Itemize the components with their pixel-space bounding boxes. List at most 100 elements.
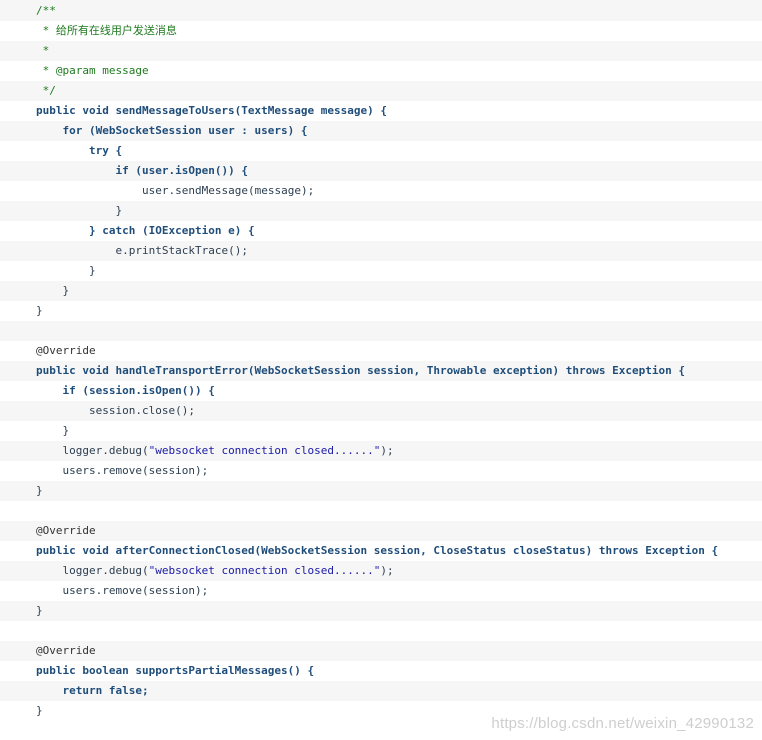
code-token: public void afterConnectionClosed(WebSoc… bbox=[36, 544, 719, 557]
code-line: public void handleTransportError(WebSock… bbox=[0, 361, 762, 381]
code-token: } bbox=[89, 264, 96, 277]
code-token: } bbox=[36, 304, 43, 317]
code-line-content: @Override bbox=[36, 344, 96, 357]
code-line: users.remove(session); bbox=[0, 581, 762, 601]
code-token: session.close(); bbox=[89, 404, 195, 417]
code-token: if (user.isOpen()) { bbox=[115, 164, 248, 177]
code-line: if (user.isOpen()) { bbox=[0, 161, 762, 181]
code-token: /** bbox=[36, 4, 56, 17]
code-line-content: logger.debug("websocket connection close… bbox=[36, 444, 394, 457]
code-line-content: try { bbox=[36, 144, 122, 157]
code-token: if (session.isOpen()) { bbox=[62, 384, 215, 397]
code-line-content: } bbox=[36, 604, 43, 617]
code-line-content: users.remove(session); bbox=[36, 584, 209, 597]
code-line: return false; bbox=[0, 681, 762, 701]
code-line-content: if (user.isOpen()) { bbox=[36, 164, 248, 177]
code-line: users.remove(session); bbox=[0, 461, 762, 481]
code-line-content: user.sendMessage(message); bbox=[36, 184, 314, 197]
code-line-content: e.printStackTrace(); bbox=[36, 244, 248, 257]
code-token: logger.debug( bbox=[62, 564, 149, 577]
code-line-content: * bbox=[36, 44, 50, 57]
code-line: } bbox=[0, 421, 762, 441]
code-line-content: } bbox=[36, 264, 96, 277]
code-token: @Override bbox=[36, 524, 96, 537]
code-token: public void sendMessageToUsers(TextMessa… bbox=[36, 104, 387, 117]
code-token: e.printStackTrace(); bbox=[115, 244, 248, 257]
code-token: users.remove(session); bbox=[62, 584, 209, 597]
code-token: } bbox=[36, 604, 43, 617]
code-line-content: * @param message bbox=[36, 64, 149, 77]
code-line-content: } bbox=[36, 304, 43, 317]
code-line: @Override bbox=[0, 341, 762, 361]
code-line: } bbox=[0, 601, 762, 621]
code-line: * @param message bbox=[0, 61, 762, 81]
code-token: } bbox=[115, 204, 123, 217]
code-token: for (WebSocketSession user : users) { bbox=[62, 124, 308, 137]
code-line-content: public void sendMessageToUsers(TextMessa… bbox=[36, 104, 387, 117]
code-line-content: } catch (IOException e) { bbox=[36, 224, 255, 237]
code-line: user.sendMessage(message); bbox=[0, 181, 762, 201]
code-token: */ bbox=[36, 84, 56, 97]
code-line: * bbox=[0, 41, 762, 61]
code-line: logger.debug("websocket connection close… bbox=[0, 441, 762, 461]
code-line-content: public void handleTransportError(WebSock… bbox=[36, 364, 685, 377]
code-line-content: } bbox=[36, 424, 70, 437]
code-token: @Override bbox=[36, 644, 96, 657]
code-line: } bbox=[0, 201, 762, 221]
code-line: logger.debug("websocket connection close… bbox=[0, 561, 762, 581]
code-token: } bbox=[36, 704, 43, 717]
code-token: @Override bbox=[36, 344, 96, 357]
code-line-content: for (WebSocketSession user : users) { bbox=[36, 124, 308, 137]
code-line: if (session.isOpen()) { bbox=[0, 381, 762, 401]
code-line-content: @Override bbox=[36, 644, 96, 657]
code-token: } bbox=[62, 424, 70, 437]
code-token: ); bbox=[380, 564, 394, 577]
code-line-content: if (session.isOpen()) { bbox=[36, 384, 215, 397]
code-line-content: } bbox=[36, 704, 43, 717]
code-line: e.printStackTrace(); bbox=[0, 241, 762, 261]
code-line: session.close(); bbox=[0, 401, 762, 421]
code-token: * 给所有在线用户发送消息 bbox=[36, 24, 177, 37]
code-line-content: public void afterConnectionClosed(WebSoc… bbox=[36, 544, 718, 557]
code-line-content: } bbox=[36, 484, 43, 497]
code-line: /** bbox=[0, 0, 762, 21]
code-token: user.sendMessage(message); bbox=[142, 184, 315, 197]
code-line-content: @Override bbox=[36, 524, 96, 537]
code-line-content: /** bbox=[36, 4, 56, 17]
code-line: } catch (IOException e) { bbox=[0, 221, 762, 241]
code-token: ); bbox=[380, 444, 394, 457]
code-token: * @param message bbox=[36, 64, 149, 77]
code-token: logger.debug( bbox=[62, 444, 149, 457]
code-line-content: session.close(); bbox=[36, 404, 195, 417]
code-token: } bbox=[62, 284, 70, 297]
csdn-watermark: https://blog.csdn.net/weixin_42990132 bbox=[491, 715, 754, 732]
code-line: @Override bbox=[0, 521, 762, 541]
code-token: } bbox=[36, 484, 43, 497]
code-line-content: * 给所有在线用户发送消息 bbox=[36, 24, 177, 37]
code-line: } bbox=[0, 301, 762, 321]
code-token: "websocket connection closed......" bbox=[148, 444, 381, 457]
code-line: try { bbox=[0, 141, 762, 161]
code-token: "websocket connection closed......" bbox=[148, 564, 381, 577]
code-token: public void handleTransportError(WebSock… bbox=[36, 364, 686, 377]
code-line: * 给所有在线用户发送消息 bbox=[0, 21, 762, 41]
code-line: public void sendMessageToUsers(TextMessa… bbox=[0, 101, 762, 121]
code-token: * bbox=[36, 44, 50, 57]
code-line-content: } bbox=[36, 284, 70, 297]
code-line: public void afterConnectionClosed(WebSoc… bbox=[0, 541, 762, 561]
code-line-content: public boolean supportsPartialMessages()… bbox=[36, 664, 314, 677]
code-line: for (WebSocketSession user : users) { bbox=[0, 121, 762, 141]
code-token: users.remove(session); bbox=[62, 464, 209, 477]
code-line-content: */ bbox=[36, 84, 56, 97]
code-line-content: users.remove(session); bbox=[36, 464, 209, 477]
code-line: } bbox=[0, 261, 762, 281]
code-line bbox=[0, 321, 762, 341]
code-token: try { bbox=[89, 144, 123, 157]
code-line: public boolean supportsPartialMessages()… bbox=[0, 661, 762, 681]
code-token: public boolean supportsPartialMessages()… bbox=[36, 664, 315, 677]
code-line: */ bbox=[0, 81, 762, 101]
code-line: } bbox=[0, 281, 762, 301]
code-line-content: logger.debug("websocket connection close… bbox=[36, 564, 394, 577]
